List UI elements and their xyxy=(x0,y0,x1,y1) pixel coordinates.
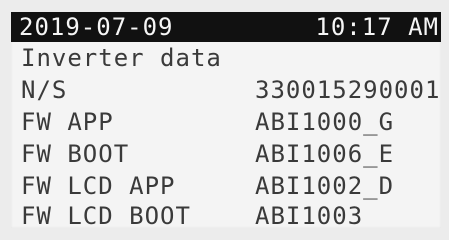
row-value: 330015290001 xyxy=(255,76,441,104)
status-time: 10:17 AM xyxy=(315,13,439,41)
info-row-fw-lcd-app: FW LCD APP ABI1002_D xyxy=(21,170,431,202)
info-row-fw-boot: FW BOOT ABI1006_E xyxy=(21,138,431,170)
row-value: ABI1002_D xyxy=(255,172,395,200)
info-row-fw-app: FW APP ABI1000_G xyxy=(21,106,431,138)
screen-title: Inverter data xyxy=(21,44,222,72)
row-value: ABI1003 xyxy=(255,202,364,230)
row-label: N/S xyxy=(21,76,68,104)
info-row-serial-number: N/S 330015290001 xyxy=(21,74,439,106)
info-row-fw-lcd-boot: FW LCD BOOT ABI1003 xyxy=(21,200,431,232)
row-label: FW LCD BOOT xyxy=(21,202,191,230)
row-label: FW LCD APP xyxy=(21,172,176,200)
status-bar: 2019-07-09 10:17 AM xyxy=(11,12,441,42)
row-value: ABI1000_G xyxy=(255,108,395,136)
row-label: FW BOOT xyxy=(21,140,130,168)
row-value: ABI1006_E xyxy=(255,140,395,168)
status-date: 2019-07-09 xyxy=(19,13,174,41)
row-label: FW APP xyxy=(21,108,114,136)
